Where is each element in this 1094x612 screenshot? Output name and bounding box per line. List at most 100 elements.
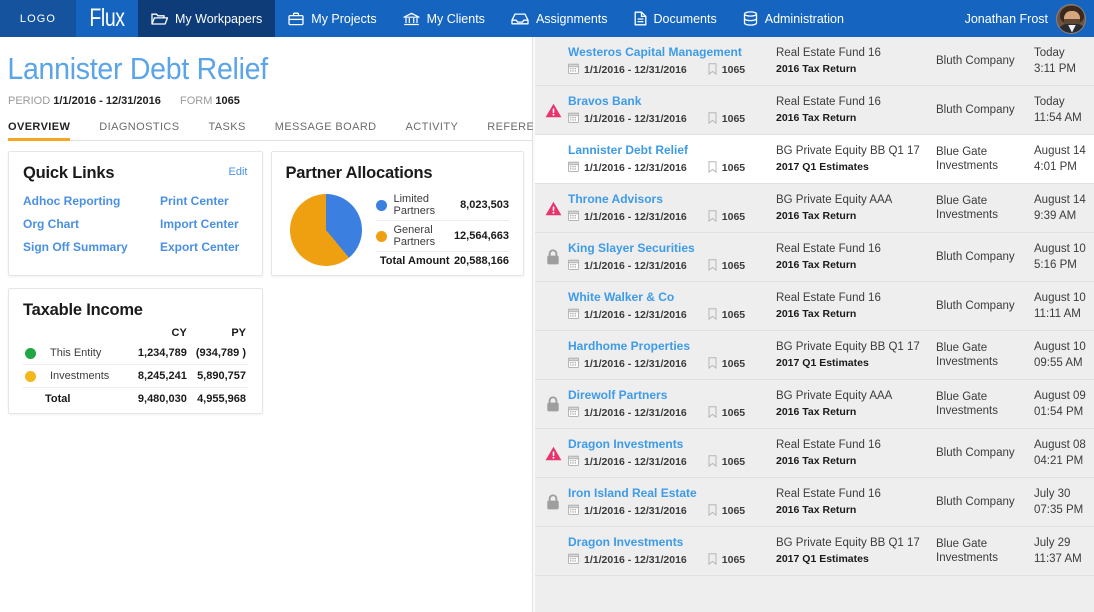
workpaper-list-row[interactable]: King Slayer Securities 1/1/2016 - 12/31/2… [535,233,1094,282]
status-dot-this-entity [25,347,36,359]
top-navigation-bar: LOGO Flux My Workpapers My Projects My C… [0,0,1094,37]
row-time-cell: July 29 11:37 AM [1034,537,1094,565]
row-client-name: Bluth Company [936,300,1015,312]
row-time-cell: August 14 4:01 PM [1034,145,1094,173]
document-icon [634,11,647,26]
logo-label: LOGO [19,12,57,25]
calendar-icon [568,210,579,224]
row-form: 1065 [721,505,746,517]
row-entity-name[interactable]: Direwolf Partners [568,388,776,402]
row-entity-name[interactable]: Westeros Capital Management [568,45,776,59]
workpaper-list-row[interactable]: Lannister Debt Relief 1/1/2016 - 12/31/20… [535,135,1094,184]
bookmark-icon [708,307,717,323]
row-fund-subtitle: 2017 Q1 Estimates [776,553,869,565]
row-entity-name[interactable]: Dragon Investments [568,535,776,549]
calendar-icon [568,161,579,175]
workpaper-list-row[interactable]: Bravos Bank 1/1/2016 - 12/31/2016 1065 Real… [535,86,1094,135]
row-form: 1065 [721,260,746,272]
calendar-icon [568,357,579,368]
status-dot-investments [25,370,36,382]
workpaper-list-row[interactable]: Direwolf Partners 1/1/2016 - 12/31/2016 10… [535,380,1094,429]
row-time-cell: August 10 5:16 PM [1034,243,1094,271]
avatar[interactable] [1056,3,1086,34]
row-fund-subtitle: 2016 Tax Return [776,259,857,271]
nav-item-assignments[interactable]: Assignments [498,0,621,37]
quick-links-grid: Adhoc Reporting Print Center Org Chart I… [23,194,248,254]
row-entity-name[interactable]: Bravos Bank [568,94,776,108]
row-entity-name[interactable]: Iron Island Real Estate [568,486,776,500]
nav-item-my-clients[interactable]: My Clients [390,0,498,37]
taxable-income-table: CY PY This Entity 1,234,789 (934,789) I… [23,324,248,410]
calendar-icon [568,455,579,466]
row-status-icon [538,396,568,412]
row-entity-meta: 1/1/2016 - 12/31/2016 1065 [568,405,776,421]
row-time: 09:55 AM [1034,357,1083,369]
nav-item-my-projects[interactable]: My Projects [275,0,389,37]
row-entity-name[interactable]: Throne Advisors [568,192,776,206]
row-client-cell: Bluth Company [936,250,1034,264]
workpaper-list-row[interactable]: Dragon Investments 1/1/2016 - 12/31/2016 1… [535,429,1094,478]
bookmark-icon [708,503,717,519]
row-entity-name[interactable]: Dragon Investments [568,437,776,451]
py-value: 5,890,757 [188,364,248,388]
user-menu[interactable]: Jonathan Frost [965,0,1094,37]
quick-link-adhoc-reporting[interactable]: Adhoc Reporting [23,194,160,208]
brand-label: Flux [89,4,125,32]
partner-allocations-body: Limited Partners 8,023,503 General Partn… [286,190,509,270]
row-client-cell: Blue Gate Investments [936,537,1034,565]
calendar-icon [568,504,579,515]
calendar-icon [568,161,579,172]
workpaper-list-row[interactable]: Iron Island Real Estate 1/1/2016 - 12/31/… [535,478,1094,527]
partner-allocations-legend: Limited Partners 8,023,503 General Partn… [375,190,509,270]
workpaper-list-row[interactable]: White Walker & Co 1/1/2016 - 12/31/2016 10… [535,282,1094,331]
total-label: Total [45,393,71,405]
row-client-name: Bluth Company [936,496,1015,508]
nav-item-documents[interactable]: Documents [621,0,730,37]
row-entity-name[interactable]: Hardhome Properties [568,339,776,353]
quick-link-print-center[interactable]: Print Center [160,194,248,208]
row-form: 1065 [721,554,746,566]
row-entity-cell: Westeros Capital Management 1/1/2016 - 12… [568,45,776,78]
nav-item-administration[interactable]: Administration [730,0,857,37]
row-entity-meta: 1/1/2016 - 12/31/2016 1065 [568,111,776,127]
form-value: 1065 [215,95,240,107]
row-entity-name[interactable]: Lannister Debt Relief [568,143,776,157]
edit-quick-links-link[interactable]: Edit [229,166,248,178]
brand-logo[interactable]: Flux [83,0,131,37]
tab-tasks[interactable]: TASKS [208,117,261,140]
quick-link-import-center[interactable]: Import Center [160,217,248,231]
bookmark-icon [708,405,717,421]
warning-icon [545,103,561,117]
tab-diagnostics[interactable]: DIAGNOSTICS [99,117,195,140]
logo-placeholder[interactable]: LOGO [0,0,76,37]
calendar-icon [568,259,579,273]
row-entity-meta: 1/1/2016 - 12/31/2016 1065 [568,454,776,470]
quick-link-export-center[interactable]: Export Center [160,240,248,254]
bookmark-icon [708,503,717,516]
workpaper-list-row[interactable]: Throne Advisors 1/1/2016 - 12/31/2016 1065… [535,184,1094,233]
row-status-icon [538,103,568,118]
nav-item-my-workpapers[interactable]: My Workpapers [138,0,276,37]
workpaper-list-pane[interactable]: Westeros Capital Management 1/1/2016 - 12… [533,37,1094,612]
row-time: 4:01 PM [1034,161,1077,173]
row-time-cell: August 10 09:55 AM [1034,341,1094,369]
quick-link-sign-off-summary[interactable]: Sign Off Summary [23,240,160,254]
workpaper-list-row[interactable]: Dragon Investments 1/1/2016 - 12/31/2016 1… [535,527,1094,576]
workpaper-list-row[interactable]: Hardhome Properties 1/1/2016 - 12/31/2016… [535,331,1094,380]
row-time: 07:35 PM [1034,504,1084,516]
tab-activity[interactable]: ACTIVITY [406,117,475,140]
workpaper-list-row[interactable]: Westeros Capital Management 1/1/2016 - 12… [535,37,1094,86]
row-entity-name[interactable]: King Slayer Securities [568,241,776,255]
tab-label: OVERVIEW [8,121,71,133]
row-entity-name[interactable]: White Walker & Co [568,290,776,304]
row-entity-meta: 1/1/2016 - 12/31/2016 1065 [568,62,776,78]
database-icon [743,11,758,26]
nav-item-label: My Projects [311,11,377,26]
tab-message-board[interactable]: MESSAGE BOARD [275,117,393,140]
calendar-icon [568,63,579,77]
tab-overview[interactable]: OVERVIEW [8,117,86,141]
row-date: Today [1034,47,1065,59]
quick-link-org-chart[interactable]: Org Chart [23,217,160,231]
nav-item-label: Documents [653,11,717,26]
row-client-name: Blue Gate Investments [936,195,998,221]
